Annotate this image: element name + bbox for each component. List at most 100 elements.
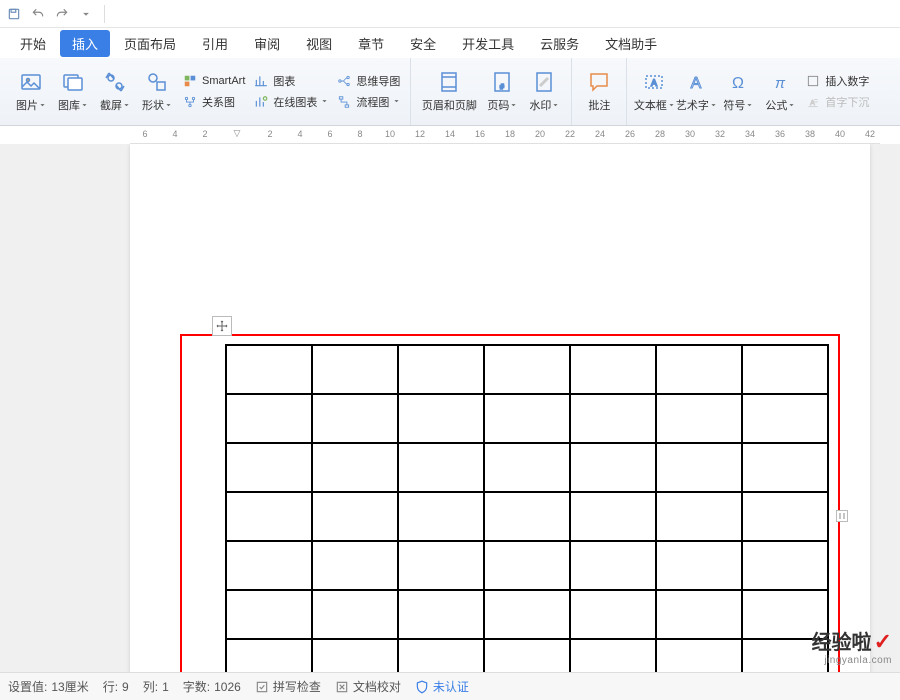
picture-icon (18, 69, 44, 95)
document-table[interactable] (225, 344, 829, 672)
table-row[interactable] (226, 541, 828, 590)
equation-label: 公式 (765, 97, 787, 113)
ruler-mark: 12 (415, 129, 425, 139)
diagram-list: 思维导图 流程图 (332, 62, 404, 120)
table-row[interactable] (226, 590, 828, 639)
ribbon-group-comment: 批注 (572, 58, 627, 125)
ruler-mark: 38 (805, 129, 815, 139)
status-words[interactable]: 字数: 1026 (183, 678, 241, 695)
page-number-icon: # (489, 69, 515, 95)
spellcheck-icon (255, 680, 269, 694)
table-row[interactable] (226, 394, 828, 443)
menu-devtools[interactable]: 开发工具 (450, 30, 526, 57)
menu-page-layout[interactable]: 页面布局 (112, 30, 188, 57)
equation-button[interactable]: π 公式 (759, 62, 801, 120)
shapes-icon (144, 69, 170, 95)
dropcap-button[interactable]: A 首字下沉 (801, 93, 873, 111)
insert-number-button[interactable]: 插入数字 (801, 72, 873, 90)
ruler-mark: 6 (142, 129, 147, 139)
menu-chapter[interactable]: 章节 (346, 30, 396, 57)
ruler-mark: 28 (655, 129, 665, 139)
table-row[interactable] (226, 345, 828, 394)
page-number-button[interactable]: # 页码 (481, 62, 523, 120)
status-unverified[interactable]: 未认证 (415, 678, 469, 695)
status-row[interactable]: 行: 9 (103, 678, 129, 695)
document-workspace[interactable] (0, 144, 900, 672)
svg-text:A: A (691, 75, 702, 92)
undo-icon[interactable] (30, 6, 46, 22)
wordart-button[interactable]: A 艺术字 (675, 62, 717, 120)
menu-references[interactable]: 引用 (190, 30, 240, 57)
shapes-label: 形状 (142, 97, 164, 113)
ruler-mark: 6 (327, 129, 332, 139)
insert-number-icon (805, 73, 821, 89)
flowchart-button[interactable]: 流程图 (332, 93, 404, 111)
status-set-value[interactable]: 设置值: 13厘米 (8, 678, 89, 695)
extra-list: 插入数字 A 首字下沉 (801, 62, 873, 120)
picture-label: 图片 (16, 97, 38, 113)
relation-button[interactable]: 关系图 (178, 93, 249, 111)
relation-icon (182, 94, 198, 110)
watermark-button[interactable]: 水印 (523, 62, 565, 120)
qat-dropdown-icon[interactable] (78, 6, 94, 22)
equation-icon: π (767, 69, 793, 95)
dropcap-label: 首字下沉 (825, 94, 869, 110)
chart-button[interactable]: 图表 (249, 72, 332, 90)
brand-watermark: 经验啦✓ jingyanla.com (812, 626, 892, 666)
table-resize-right[interactable] (836, 510, 848, 522)
ruler-mark: 16 (475, 129, 485, 139)
gallery-button[interactable]: 图库 (52, 62, 94, 120)
flowchart-icon (336, 94, 352, 110)
redo-icon[interactable] (54, 6, 70, 22)
menu-doc-assistant[interactable]: 文档助手 (593, 30, 669, 57)
symbol-button[interactable]: Ω 符号 (717, 62, 759, 120)
menu-view[interactable]: 视图 (294, 30, 344, 57)
symbol-label: 符号 (723, 97, 745, 113)
textbox-icon: A (641, 69, 667, 95)
menu-security[interactable]: 安全 (398, 30, 448, 57)
ruler-mark: 2 (202, 129, 207, 139)
svg-text:A: A (810, 99, 815, 106)
mindmap-icon (336, 73, 352, 89)
ruler-mark: 2 (267, 129, 272, 139)
relation-label: 关系图 (202, 94, 235, 110)
ruler-mark: 4 (172, 129, 177, 139)
ruler-mark: 20 (535, 129, 545, 139)
picture-button[interactable]: 图片 (10, 62, 52, 120)
comment-icon (586, 69, 612, 95)
textbox-button[interactable]: A 文本框 (633, 62, 675, 120)
watermark-icon (531, 69, 557, 95)
smartart-button[interactable]: SmartArt (178, 72, 249, 90)
table-row[interactable] (226, 492, 828, 541)
save-icon[interactable] (6, 6, 22, 22)
menu-cloud[interactable]: 云服务 (528, 30, 591, 57)
table-row[interactable] (226, 639, 828, 672)
menu-start[interactable]: 开始 (8, 30, 58, 57)
wordart-icon: A (683, 69, 709, 95)
mindmap-button[interactable]: 思维导图 (332, 72, 404, 90)
menu-review[interactable]: 审阅 (242, 30, 292, 57)
online-chart-button[interactable]: 在线图表 (249, 93, 332, 111)
status-bar: 设置值: 13厘米 行: 9 列: 1 字数: 1026 拼写检查 文档校对 未… (0, 672, 900, 700)
ruler-mark: 30 (685, 129, 695, 139)
smartart-icon (182, 73, 198, 89)
quick-access-toolbar (0, 0, 900, 28)
ruler-mark: 22 (565, 129, 575, 139)
status-proofing[interactable]: 文档校对 (335, 678, 401, 695)
header-footer-icon (436, 69, 462, 95)
status-col[interactable]: 列: 1 (143, 678, 169, 695)
menu-insert[interactable]: 插入 (60, 30, 110, 57)
status-spellcheck[interactable]: 拼写检查 (255, 678, 321, 695)
header-footer-button[interactable]: 页眉和页脚 (417, 62, 481, 120)
table-row[interactable] (226, 443, 828, 492)
mindmap-label: 思维导图 (356, 73, 400, 89)
table-move-handle[interactable] (212, 316, 232, 336)
horizontal-ruler[interactable]: 6 4 2 ▽ 2 4 6 8 10 12 14 16 18 20 22 24 … (130, 126, 880, 144)
screenshot-button[interactable]: 截屏 (94, 62, 136, 120)
ruler-mark: 8 (357, 129, 362, 139)
comment-button[interactable]: 批注 (578, 62, 620, 120)
wordart-label: 艺术字 (676, 97, 709, 113)
ruler-indent-marker[interactable]: ▽ (234, 128, 241, 139)
shapes-button[interactable]: 形状 (136, 62, 178, 120)
menu-bar: 开始 插入 页面布局 引用 审阅 视图 章节 安全 开发工具 云服务 文档助手 (0, 28, 900, 58)
